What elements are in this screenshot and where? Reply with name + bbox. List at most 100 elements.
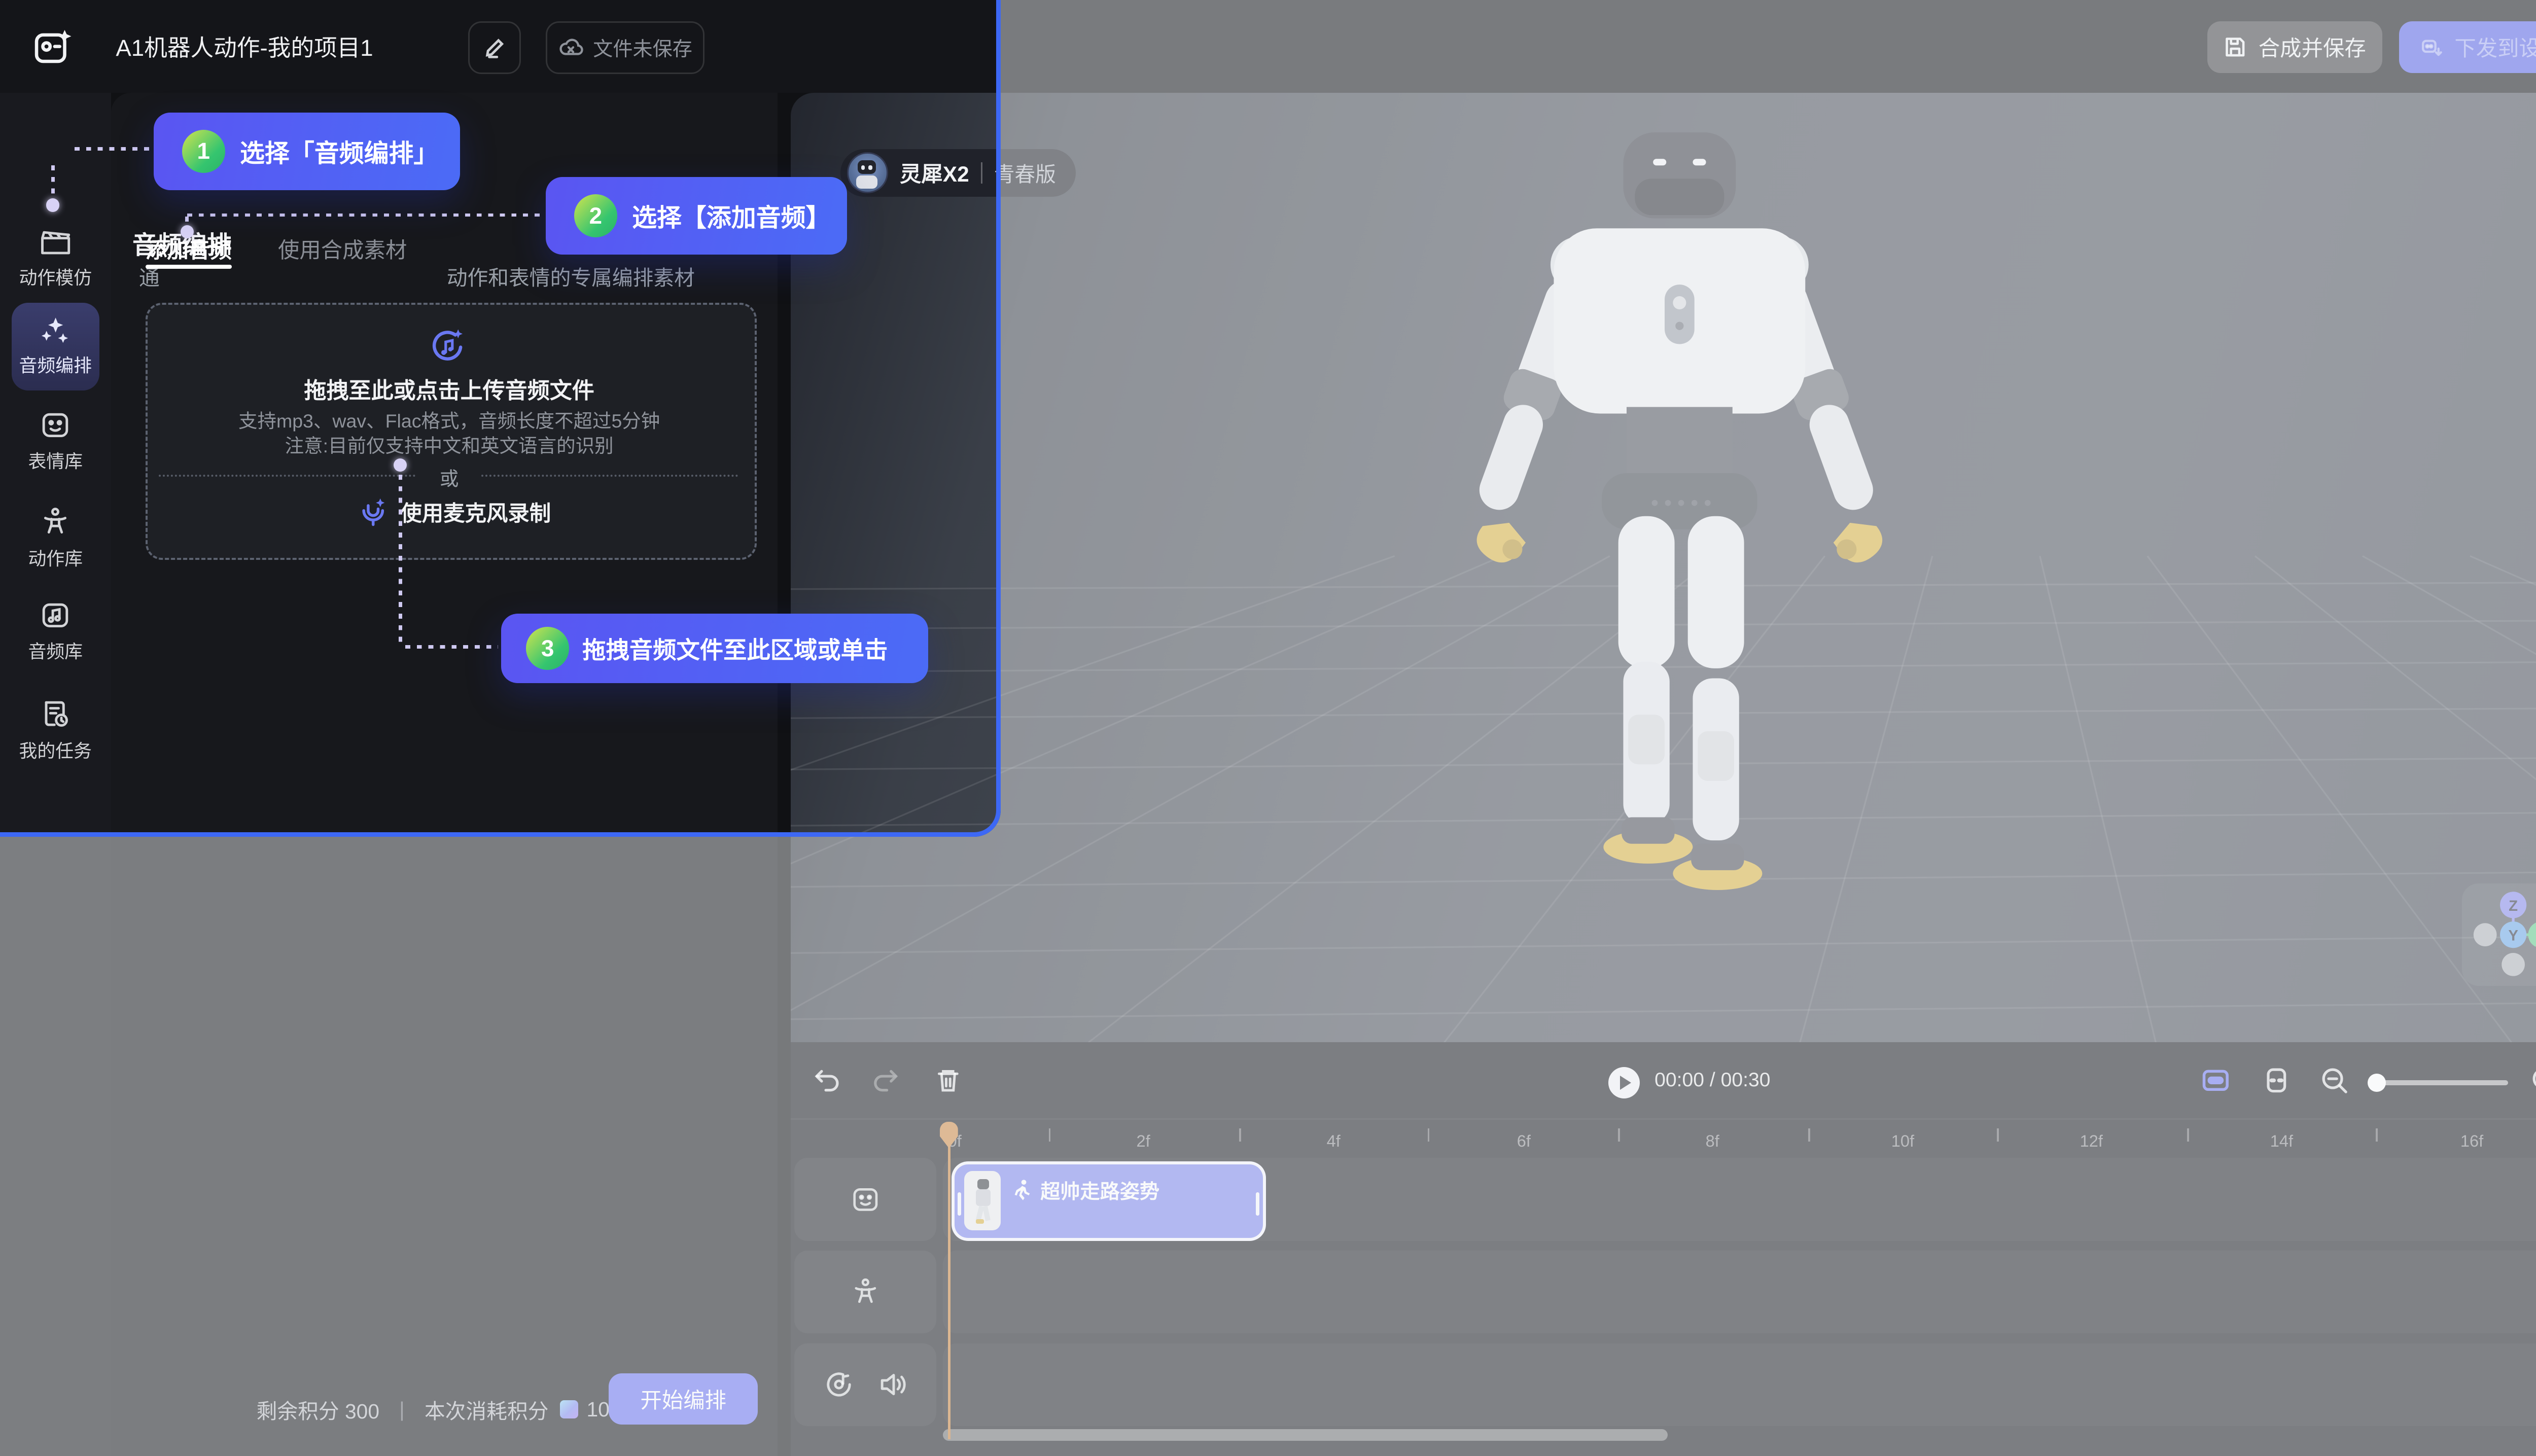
zoom-out-icon[interactable] xyxy=(2319,1066,2349,1095)
sidebar-label: 音频库 xyxy=(28,637,83,663)
file-unsaved-button[interactable]: 文件未保存 xyxy=(546,21,705,74)
connector-step3-dot xyxy=(394,458,407,472)
person-icon xyxy=(40,506,71,538)
speaker-icon[interactable] xyxy=(878,1371,908,1398)
svg-text:Y: Y xyxy=(2508,927,2518,944)
cost-credits-value: 10 xyxy=(586,1398,609,1422)
track-lane-audio[interactable] xyxy=(943,1343,2536,1426)
timeline-panel: 00:00 / 00:30 0f 2f 4f 6f 8f 10f 12f xyxy=(791,1042,2536,1456)
sidebar-item-my-tasks[interactable]: 我的任务 xyxy=(0,698,111,763)
or-divider-label: 或 xyxy=(146,463,753,491)
credit-gem-icon xyxy=(560,1400,578,1418)
track-header-action[interactable] xyxy=(794,1251,937,1333)
sidebar-item-expression-library[interactable]: 表情库 xyxy=(0,410,111,473)
tab-use-synth-material[interactable]: 使用合成素材 xyxy=(278,233,407,264)
gizmo-x-axis xyxy=(2528,921,2536,948)
step-3-text: 拖拽音频文件至此区域或单击 xyxy=(582,631,888,665)
deploy-button-label: 下发到设备 xyxy=(2454,31,2536,62)
connector-step3-vline xyxy=(399,475,402,647)
task-list-icon xyxy=(40,698,71,730)
clip-trim-handle-right[interactable] xyxy=(1256,1192,1259,1216)
robot-face-icon xyxy=(40,410,71,440)
edit-title-button[interactable] xyxy=(468,21,521,74)
tutorial-step-1: 1 选择「音频编排」 xyxy=(154,113,460,190)
active-tab-underline xyxy=(146,265,232,269)
connector-step2-line xyxy=(187,214,546,217)
upload-title: 拖拽至此或点击上传音频文件 xyxy=(146,372,753,405)
fit-width-icon[interactable] xyxy=(2262,1066,2292,1095)
timeline-ruler[interactable]: 0f 2f 4f 6f 8f 10f 12f 14f 16f xyxy=(791,1118,2536,1158)
panel-description: 动作和表情的专属编排素材 xyxy=(447,261,695,291)
app-root: A1机器人动作-我的项目1 文件未保存 合成并保存 下发到设备 xyxy=(0,0,2536,1456)
audio-disc-icon xyxy=(823,1369,855,1400)
robot-3d-viewport[interactable]: 灵犀X2 青春版 Z Y X xyxy=(791,93,2536,1042)
robot-model-name: 灵犀X2 xyxy=(900,157,969,188)
timeline-horizontal-scrollbar[interactable] xyxy=(943,1429,1668,1441)
deploy-to-device-button[interactable]: 下发到设备 xyxy=(2399,21,2536,73)
step-2-text: 选择【添加音频】 xyxy=(632,198,830,234)
save-button[interactable]: 合成并保存 xyxy=(2207,21,2383,73)
upload-format-hint: 支持mp3、wav、Flac格式，音频长度不超过5分钟 xyxy=(146,405,753,433)
gizmo-neg-z xyxy=(2502,953,2525,976)
sidebar-item-audio-arrangement[interactable]: 音频编排 xyxy=(12,303,99,390)
trash-icon[interactable] xyxy=(933,1066,963,1095)
audio-arrangement-panel: 音频编排 通 动作和表情的专属编排素材 添加音频 使用合成素材 拖拽至此或点击上… xyxy=(111,93,778,1456)
clip-thumbnail xyxy=(964,1171,1001,1230)
timeline-zoom-slider[interactable] xyxy=(2373,1080,2508,1085)
sidebar-label: 表情库 xyxy=(28,447,83,473)
clip-label: 超帅走路姿势 xyxy=(1040,1176,1159,1204)
timeline-toolbar: 00:00 / 00:30 xyxy=(791,1042,2536,1120)
gizmo-neg-x xyxy=(2474,923,2497,946)
walking-icon xyxy=(1014,1180,1032,1201)
play-icon xyxy=(1620,1076,1631,1090)
timeline-clip-walk-pose[interactable]: 超帅走路姿势 xyxy=(952,1161,1266,1241)
redo-icon[interactable] xyxy=(870,1066,900,1095)
robot-avatar xyxy=(847,152,888,193)
sidebar-item-action-library[interactable]: 动作库 xyxy=(0,506,111,571)
sidebar-label-active: 音频编排 xyxy=(19,351,92,377)
top-bar: A1机器人动作-我的项目1 文件未保存 合成并保存 下发到设备 xyxy=(0,0,2536,93)
save-button-label: 合成并保存 xyxy=(2259,31,2366,62)
play-button[interactable] xyxy=(1608,1067,1640,1098)
clapperboard-icon xyxy=(39,228,72,256)
connector-step1-vline xyxy=(51,165,55,198)
project-title: A1机器人动作-我的项目1 xyxy=(116,0,373,93)
person-track-icon xyxy=(851,1277,880,1307)
track-header-audio[interactable] xyxy=(794,1343,937,1426)
upload-audio-icon xyxy=(425,324,470,369)
sidebar-item-audio-library[interactable]: 音频库 xyxy=(0,600,111,663)
track-view-toggle-icon[interactable] xyxy=(2201,1066,2231,1095)
connector-step1-dot xyxy=(46,198,59,211)
step-3-badge: 3 xyxy=(526,627,569,670)
zoom-in-icon[interactable] xyxy=(2530,1066,2536,1095)
sparkles-icon xyxy=(39,316,72,346)
save-icon xyxy=(2224,35,2247,59)
robot-model-chip[interactable]: 灵犀X2 青春版 xyxy=(840,149,1076,197)
cost-credits-label: 本次消耗积分 xyxy=(425,1395,549,1425)
footer-divider: | xyxy=(399,1398,405,1422)
microphone-icon xyxy=(359,496,387,528)
timeline-zoom-slider-knob[interactable] xyxy=(2368,1074,2386,1092)
sidebar-label: 我的任务 xyxy=(19,736,92,763)
connector-step3-hline xyxy=(405,645,498,649)
sidebar-item-motion-imitation[interactable]: 动作模仿 xyxy=(0,228,111,290)
upload-language-note: 注意:目前仅支持中文和英文语言的识别 xyxy=(146,430,753,458)
connector-step2-dot xyxy=(181,225,194,238)
orientation-gizmo[interactable]: Z Y X xyxy=(2462,883,2536,986)
track-header-expression[interactable] xyxy=(794,1158,937,1240)
face-track-icon xyxy=(851,1185,880,1215)
clip-trim-handle-left[interactable] xyxy=(958,1192,961,1216)
remaining-credits: 剩余积分 300 xyxy=(257,1395,379,1425)
track-lane-action[interactable] xyxy=(943,1251,2536,1333)
credits-footer: 剩余积分 300 | 本次消耗积分 10 开始编排 xyxy=(111,1363,778,1456)
undo-icon[interactable] xyxy=(813,1066,842,1095)
sidebar-label: 动作库 xyxy=(28,544,83,571)
robot-model-edition: 青春版 xyxy=(994,158,1056,188)
cloud-unsaved-icon xyxy=(558,37,583,58)
pencil-icon xyxy=(484,37,505,58)
record-with-mic-button[interactable]: 使用麦克风录制 xyxy=(359,496,551,528)
start-arrangement-button[interactable]: 开始编排 xyxy=(609,1373,758,1425)
tutorial-step-3: 3 拖拽音频文件至此区域或单击 xyxy=(501,614,928,683)
sidebar-label: 动作模仿 xyxy=(19,263,92,290)
connector-step1-line xyxy=(75,147,152,151)
